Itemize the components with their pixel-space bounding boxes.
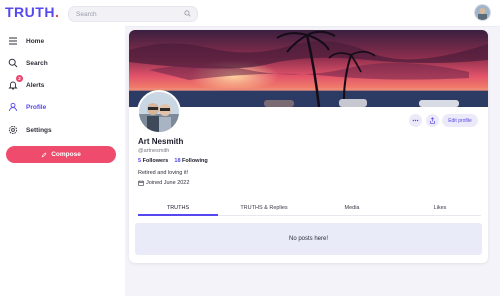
gear-icon — [8, 125, 18, 135]
search-icon[interactable] — [184, 10, 191, 17]
sidebar-item-profile[interactable]: Profile — [8, 100, 46, 114]
joined-text: Joined June 2022 — [146, 180, 190, 186]
followers-count: 5 — [138, 158, 142, 164]
following-count: 18 — [174, 158, 181, 164]
sidebar-item-settings[interactable]: Settings — [8, 123, 52, 137]
empty-feed-message: No posts here! — [135, 223, 482, 255]
sidebar-item-home[interactable]: Home — [8, 34, 44, 48]
followers-link[interactable]: 5 Followers — [138, 158, 168, 164]
tab-truths[interactable]: TRUTHS — [138, 201, 218, 215]
search-box[interactable] — [68, 6, 198, 22]
share-icon — [430, 117, 435, 124]
profile-handle: @artnesmith — [138, 148, 170, 154]
account-avatar[interactable] — [474, 4, 491, 21]
tab-truths-replies[interactable]: TRUTHS & Replies — [224, 201, 304, 215]
profile-card: Edit profile Art Nesmith @artnesmith 5 F… — [129, 30, 488, 263]
truth-logo[interactable]: TRUTH. — [5, 4, 59, 20]
edit-profile-button[interactable]: Edit profile — [442, 114, 478, 127]
tab-media[interactable]: Media — [312, 201, 392, 215]
pencil-icon — [41, 151, 47, 157]
following-link[interactable]: 18 Following — [174, 158, 207, 164]
following-label: Following — [182, 158, 208, 164]
empty-feed-text: No posts here! — [288, 236, 329, 242]
sidebar-item-label: Home — [26, 37, 45, 45]
profile-name: Art Nesmith — [138, 137, 184, 146]
sidebar-item-alerts[interactable]: Alerts 2 — [8, 75, 45, 92]
joined-date: Joined June 2022 — [138, 180, 189, 186]
tab-likes[interactable]: Likes — [400, 201, 480, 215]
sidebar-item-label: Settings — [26, 126, 52, 134]
tab-label: Media — [344, 205, 360, 211]
sidebar-item-search[interactable]: Search — [8, 56, 48, 70]
profile-tabs: TRUTHS TRUTHS & Replies Media Likes — [138, 201, 481, 216]
active-tab-indicator — [138, 214, 218, 216]
compose-label: Compose — [51, 151, 81, 158]
more-options-button[interactable] — [409, 114, 422, 127]
notification-badge: 2 — [16, 75, 23, 82]
tab-label: TRUTHS & Replies — [240, 205, 288, 211]
profile-bio: Retired and loving it! — [138, 170, 189, 176]
ellipsis-icon — [412, 119, 419, 122]
sidebar-item-label: Alerts — [26, 81, 45, 89]
search-input[interactable] — [76, 8, 176, 20]
user-icon — [9, 102, 17, 112]
profile-stats: 5 Followers 18 Following — [138, 158, 208, 164]
menu-icon — [9, 37, 17, 45]
bell-icon — [8, 81, 18, 90]
sidebar: Home Search Alerts 2 Profile Settings Co… — [0, 26, 125, 296]
cover-image — [129, 30, 488, 107]
tab-label: TRUTHS — [166, 205, 190, 211]
profile-avatar[interactable] — [137, 90, 181, 134]
search-icon — [8, 58, 18, 68]
compose-button[interactable]: Compose — [6, 146, 116, 163]
followers-label: Followers — [142, 158, 169, 164]
share-button[interactable] — [426, 114, 439, 127]
tab-label: Likes — [433, 205, 447, 211]
sidebar-item-label: Search — [26, 59, 48, 67]
calendar-icon — [138, 180, 144, 186]
sidebar-item-label: Profile — [26, 103, 47, 111]
top-bar: TRUTH. — [0, 0, 500, 27]
edit-profile-label: Edit profile — [448, 117, 472, 124]
